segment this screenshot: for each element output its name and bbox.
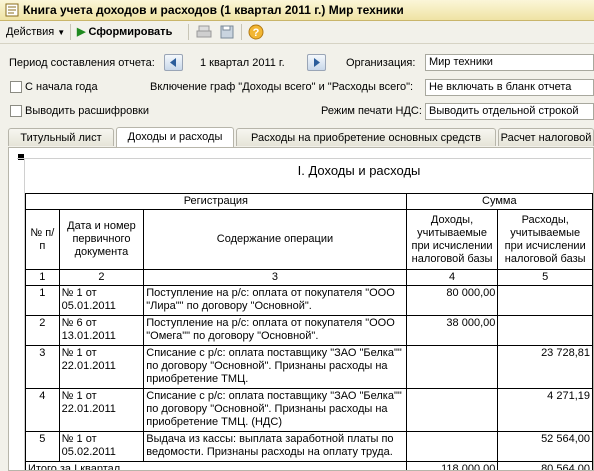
toolbar-separator — [241, 24, 242, 40]
row-operation: Списание с р/с: оплата поставщику "ЗАО "… — [143, 345, 407, 389]
tab-strip: Титульный лист Доходы и расходы Расходы … — [8, 127, 594, 147]
table-row: 3 № 1 от 22.01.2011 Списание с р/с: опла… — [25, 345, 593, 389]
table-row: 4 № 1 от 22.01.2011 Списание с р/с: опла… — [25, 388, 593, 432]
sheet-ruler-horizontal — [17, 158, 591, 159]
total-income: 118 000,00 — [405, 461, 499, 470]
vat-mode-label: Режим печати НДС: — [321, 105, 422, 117]
row-expense — [497, 285, 593, 316]
toolbar-separator — [188, 24, 189, 40]
window-titlebar: Книга учета доходов и расходов (1 кварта… — [0, 0, 594, 21]
row-operation: Поступление на р/с: оплата от покупателя… — [143, 315, 407, 346]
save-icon[interactable] — [219, 24, 235, 40]
period-prev-button[interactable] — [164, 54, 183, 71]
table-row: 1 № 1 от 05.01.2011 Поступление на р/с: … — [25, 285, 593, 316]
header-registration: Регистрация — [25, 193, 407, 210]
header-col-income: Доходы, учитываемые при исчислении налог… — [405, 209, 499, 270]
generate-label: Сформировать — [88, 26, 173, 38]
row-expense: 52 564,00 — [497, 431, 593, 462]
from-year-start-checkbox[interactable] — [10, 81, 22, 93]
app-icon — [5, 3, 19, 17]
play-icon: ▶ — [77, 26, 86, 38]
header-col-num: № п/п — [25, 209, 60, 270]
arrow-left-icon — [170, 58, 176, 67]
print-icon[interactable] — [196, 24, 212, 40]
actions-menu[interactable]: Действия ▼ — [6, 21, 65, 43]
total-expense: 80 564,00 — [497, 461, 593, 470]
include-totals-value: Не включать в бланк отчета — [429, 81, 572, 93]
period-next-button[interactable] — [307, 54, 326, 71]
table-header-row: Регистрация Сумма — [25, 193, 593, 210]
arrow-right-icon — [314, 58, 320, 67]
row-income — [405, 388, 499, 432]
row-expense — [497, 315, 593, 346]
tab-income-expense[interactable]: Доходы и расходы — [116, 127, 234, 147]
row-num: 1 — [25, 285, 60, 316]
tab-tax-calc[interactable]: Расчет налоговой — [498, 128, 594, 146]
toolbar: Действия ▼ ▶ Сформировать ? — [0, 21, 594, 44]
row-doc: № 6 от 13.01.2011 — [58, 315, 145, 346]
row-operation: Поступление на р/с: оплата от покупателя… — [143, 285, 407, 316]
period-value: 1 квартал 2011 г. — [200, 57, 285, 69]
row-income: 38 000,00 — [405, 315, 499, 346]
row-num: 3 — [25, 345, 60, 389]
header-col-doc: Дата и номер первичного документа — [58, 209, 145, 270]
row-doc: № 1 от 22.01.2011 — [58, 388, 145, 432]
include-totals-select[interactable]: Не включать в бланк отчета — [425, 79, 594, 96]
header-sum: Сумма — [405, 193, 593, 210]
tab-title-page[interactable]: Титульный лист — [8, 128, 114, 146]
from-year-start-label: С начала года — [25, 81, 98, 93]
row-doc: № 1 от 05.02.2011 — [58, 431, 145, 462]
row-expense: 4 271,19 — [497, 388, 593, 432]
colnum-cell: 4 — [405, 269, 499, 286]
toolbar-separator — [70, 24, 71, 40]
row-num: 4 — [25, 388, 60, 432]
header-col-expense: Расходы, учитываемые при исчислении нало… — [497, 209, 593, 270]
show-breakdown-checkbox[interactable] — [10, 105, 22, 117]
header-col-operation: Содержание операции — [143, 209, 407, 270]
table-total-row: Итого за I квартал 118 000,00 80 564,00 — [25, 461, 593, 470]
total-label: Итого за I квартал — [25, 461, 407, 470]
include-totals-label: Включение граф "Доходы всего" и "Расходы… — [150, 81, 414, 93]
row-income — [405, 345, 499, 389]
row-income: 80 000,00 — [405, 285, 499, 316]
actions-label: Действия — [6, 26, 55, 38]
table-row: 2 № 6 от 13.01.2011 Поступление на р/с: … — [25, 315, 593, 346]
table-colnum-row: 1 2 3 4 5 — [25, 269, 593, 286]
vat-mode-value: Выводить отдельной строкой — [429, 105, 579, 117]
report-title: I. Доходы и расходы — [297, 163, 421, 178]
generate-button[interactable]: ▶ Сформировать — [77, 21, 172, 43]
help-icon[interactable]: ? — [248, 24, 264, 40]
report-table: Регистрация Сумма № п/п Дата и номер пер… — [25, 193, 593, 470]
org-value: Мир техники — [429, 56, 493, 68]
row-num: 2 — [25, 315, 60, 346]
colnum-cell: 2 — [58, 269, 145, 286]
org-label: Организация: — [346, 57, 416, 69]
row-expense: 23 728,81 — [497, 345, 593, 389]
row-doc: № 1 от 22.01.2011 — [58, 345, 145, 389]
row-operation: Выдача из кассы: выплата заработной плат… — [143, 431, 407, 462]
org-field[interactable]: Мир техники — [425, 54, 594, 71]
colnum-cell: 1 — [25, 269, 60, 286]
colnum-cell: 5 — [497, 269, 593, 286]
row-operation: Списание с р/с: оплата поставщику "ЗАО "… — [143, 388, 407, 432]
row-income — [405, 431, 499, 462]
row-num: 5 — [25, 431, 60, 462]
colnum-cell: 3 — [143, 269, 407, 286]
table-row: 5 № 1 от 05.02.2011 Выдача из кассы: вып… — [25, 431, 593, 462]
svg-text:?: ? — [253, 27, 260, 39]
show-breakdown-label: Выводить расшифровки — [25, 105, 150, 117]
table-header-row: № п/п Дата и номер первичного документа … — [25, 209, 593, 270]
period-label: Период составления отчета: — [9, 57, 155, 69]
chevron-down-icon: ▼ — [57, 28, 66, 37]
window-title: Книга учета доходов и расходов (1 кварта… — [23, 3, 404, 17]
row-doc: № 1 от 05.01.2011 — [58, 285, 145, 316]
tab-fixed-assets[interactable]: Расходы на приобретение основных средств — [236, 128, 496, 146]
vat-mode-select[interactable]: Выводить отдельной строкой — [425, 103, 594, 120]
report-sheet[interactable]: I. Доходы и расходы Регистрация Сумма № … — [8, 147, 594, 471]
